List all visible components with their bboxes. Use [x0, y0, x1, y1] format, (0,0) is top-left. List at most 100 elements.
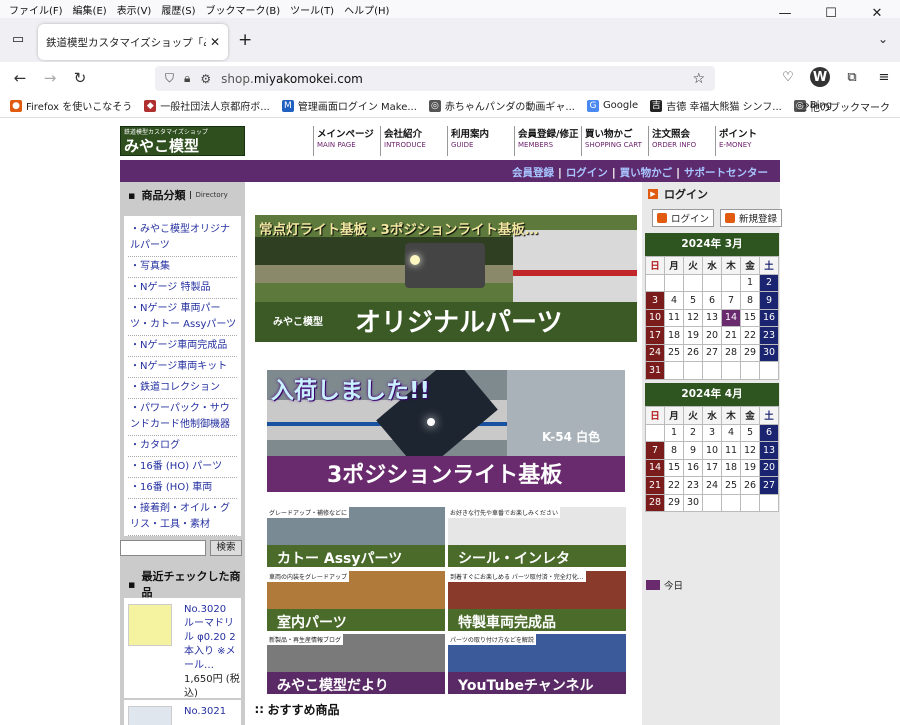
calendar-day[interactable]: 25 [721, 476, 741, 495]
menu-item[interactable]: 履歴(S) [156, 2, 200, 17]
main-nav-item[interactable]: 注文照会 ORDER INFO [648, 126, 715, 156]
top-link[interactable]: 買い物かご [620, 167, 673, 179]
main-nav-item[interactable]: 買い物かご SHOPPING CART [581, 126, 648, 156]
category-link[interactable]: ・16番 (HO) 車両 [128, 478, 237, 499]
calendar-day[interactable]: 21 [645, 476, 665, 495]
calendar-day[interactable]: 22 [740, 326, 760, 345]
banner-finished-cars[interactable]: 到着すぐにお楽しめる パーツ取付済・完全灯化… 特製車両完成品 [448, 571, 626, 631]
calendar-day[interactable]: 13 [702, 308, 722, 327]
category-link[interactable]: ・Nゲージ 特製品 [128, 278, 237, 299]
calendar-day[interactable]: 3 [645, 291, 665, 310]
category-link[interactable]: ・鉄道コレクション [128, 378, 237, 399]
calendar-day[interactable]: 1 [664, 423, 684, 442]
category-link[interactable]: ・接着剤・オイル・グリス・工具・素材 [128, 499, 237, 536]
calendar-day[interactable]: 27 [702, 343, 722, 362]
product-thumbnail[interactable] [128, 604, 172, 646]
banner-assy-parts[interactable]: グレードアップ・補修などに カトー Assyパーツ [267, 507, 445, 567]
calendar-day[interactable]: 10 [645, 308, 665, 327]
calendar-day[interactable]: 30 [683, 493, 703, 512]
product-thumbnail[interactable] [128, 706, 172, 725]
calendar-day[interactable]: 12 [683, 308, 703, 327]
calendar-day[interactable]: 14 [721, 308, 741, 327]
other-bookmarks-folder[interactable]: 🗀︎ 他のブックマーク [797, 99, 890, 118]
tab-list-icon[interactable]: ▭ [8, 28, 28, 50]
banner-3pos-board[interactable]: 入荷しました!! K-54 白色 3ポジションライト基板 [267, 370, 625, 492]
permissions-icon[interactable]: ⚙ [200, 72, 211, 86]
bookmark-item[interactable]: G Google [586, 99, 638, 112]
calendar-day[interactable]: 11 [664, 308, 684, 327]
category-link[interactable]: ・みやこ模型オリジナルパーツ [128, 220, 237, 257]
menu-item[interactable]: 編集(E) [68, 2, 112, 17]
reload-icon[interactable]: ↻ [65, 69, 95, 87]
calendar-day[interactable]: 17 [702, 458, 722, 477]
calendar-day[interactable]: 22 [664, 476, 684, 495]
calendar-day[interactable]: 8 [740, 291, 760, 310]
url-bar[interactable]: ⛉ 🔒︎ ⚙ shop.miyakomokei.com ☆ [155, 66, 715, 91]
search-button[interactable]: 検索 [210, 540, 242, 556]
category-link[interactable]: ・16番 (HO) パーツ [128, 457, 237, 478]
calendar-day[interactable]: 10 [702, 441, 722, 460]
calendar-day[interactable]: 30 [759, 343, 779, 362]
calendar-day[interactable]: 5 [683, 291, 703, 310]
tab-overflow-icon[interactable]: ⌄ [878, 32, 888, 46]
back-icon[interactable]: ← [5, 69, 35, 87]
calendar-day[interactable]: 28 [721, 343, 741, 362]
shield-icon[interactable]: ⛉ [165, 71, 174, 86]
category-link[interactable]: ・Nゲージ車両完成品 [128, 336, 237, 357]
account-icon[interactable]: W [810, 67, 830, 87]
product-title[interactable]: No.3020 ルーマドリル φ0.20 2本入り ※メール… [184, 603, 239, 673]
calendar-day[interactable]: 9 [759, 291, 779, 310]
calendar-day[interactable]: 9 [683, 441, 703, 460]
calendar-day[interactable]: 14 [645, 458, 665, 477]
calendar-day[interactable]: 2 [759, 273, 779, 292]
extensions-icon[interactable]: ⧉ [842, 67, 862, 87]
calendar-day[interactable]: 1 [740, 273, 760, 292]
menu-icon[interactable]: ≡ [874, 67, 894, 87]
category-link[interactable]: ・写真集 [128, 257, 237, 278]
calendar-day[interactable]: 13 [759, 441, 779, 460]
menu-item[interactable]: ツール(T) [285, 2, 339, 17]
calendar-day[interactable]: 26 [683, 343, 703, 362]
main-nav-item[interactable]: メインページ MAIN PAGE [313, 126, 380, 156]
recent-item[interactable]: No.3021 [124, 700, 241, 725]
calendar-day[interactable]: 25 [664, 343, 684, 362]
main-nav-item[interactable]: 会員登録/修正 MEMBERS [514, 126, 581, 156]
main-nav-item[interactable]: ポイント E-MONEY [715, 126, 782, 156]
bookmark-item[interactable]: M 管理画面ログイン Make... [281, 98, 417, 113]
calendar-day[interactable]: 4 [664, 291, 684, 310]
tab-close-icon[interactable]: ✕ [210, 35, 220, 49]
calendar-day[interactable]: 20 [759, 458, 779, 477]
new-tab-button[interactable]: + [238, 30, 252, 50]
bookmark-star-icon[interactable]: ☆ [692, 71, 705, 87]
calendar-day[interactable]: 24 [645, 343, 665, 362]
calendar-day[interactable]: 4 [721, 423, 741, 442]
top-link[interactable]: ログイン [566, 167, 608, 179]
calendar-day[interactable]: 16 [683, 458, 703, 477]
calendar-day[interactable]: 8 [664, 441, 684, 460]
menu-item[interactable]: 表示(V) [112, 2, 157, 17]
category-link[interactable]: ・パワーパック・サウンドカード他制御機器 [128, 399, 237, 436]
calendar-day[interactable]: 31 [645, 361, 665, 380]
calendar-day[interactable]: 29 [664, 493, 684, 512]
pocket-icon[interactable]: ♡ [778, 67, 798, 87]
lock-icon[interactable]: 🔒︎ [184, 71, 190, 86]
banner-original-parts[interactable]: 常点灯ライト基板・3ポジションライト基板… みやこ模型 オリジナルパーツ [255, 215, 637, 342]
bookmark-item[interactable]: 吉吉德 幸福大熊猫 シンフ... [650, 98, 782, 113]
calendar-day[interactable]: 21 [721, 326, 741, 345]
calendar-day[interactable]: 11 [721, 441, 741, 460]
bookmark-item[interactable]: ◆ 一般社団法人京都府ボ... [144, 98, 270, 113]
top-link[interactable]: サポートセンター [684, 167, 768, 179]
calendar-day[interactable]: 17 [645, 326, 665, 345]
calendar-day[interactable]: 12 [740, 441, 760, 460]
calendar-day[interactable]: 26 [740, 476, 760, 495]
top-link[interactable]: 会員登録 [512, 167, 554, 179]
calendar-day[interactable]: 15 [740, 308, 760, 327]
bookmark-item[interactable]: ◎ 赤ちゃんパンダの動画ギャ... [428, 98, 575, 113]
calendar-day[interactable]: 24 [702, 476, 722, 495]
login-button[interactable]: ログイン [652, 209, 715, 227]
banner-blog[interactable]: 新製品・再生産情報ブログ みやこ模型だより [267, 634, 445, 694]
site-logo[interactable]: 鉄道模型カスタマイズショップ みやこ模型 [120, 126, 245, 156]
bookmark-item[interactable]: ● Firefox を使いこなそう [10, 98, 132, 113]
calendar-day[interactable]: 6 [702, 291, 722, 310]
calendar-day[interactable]: 2 [683, 423, 703, 442]
